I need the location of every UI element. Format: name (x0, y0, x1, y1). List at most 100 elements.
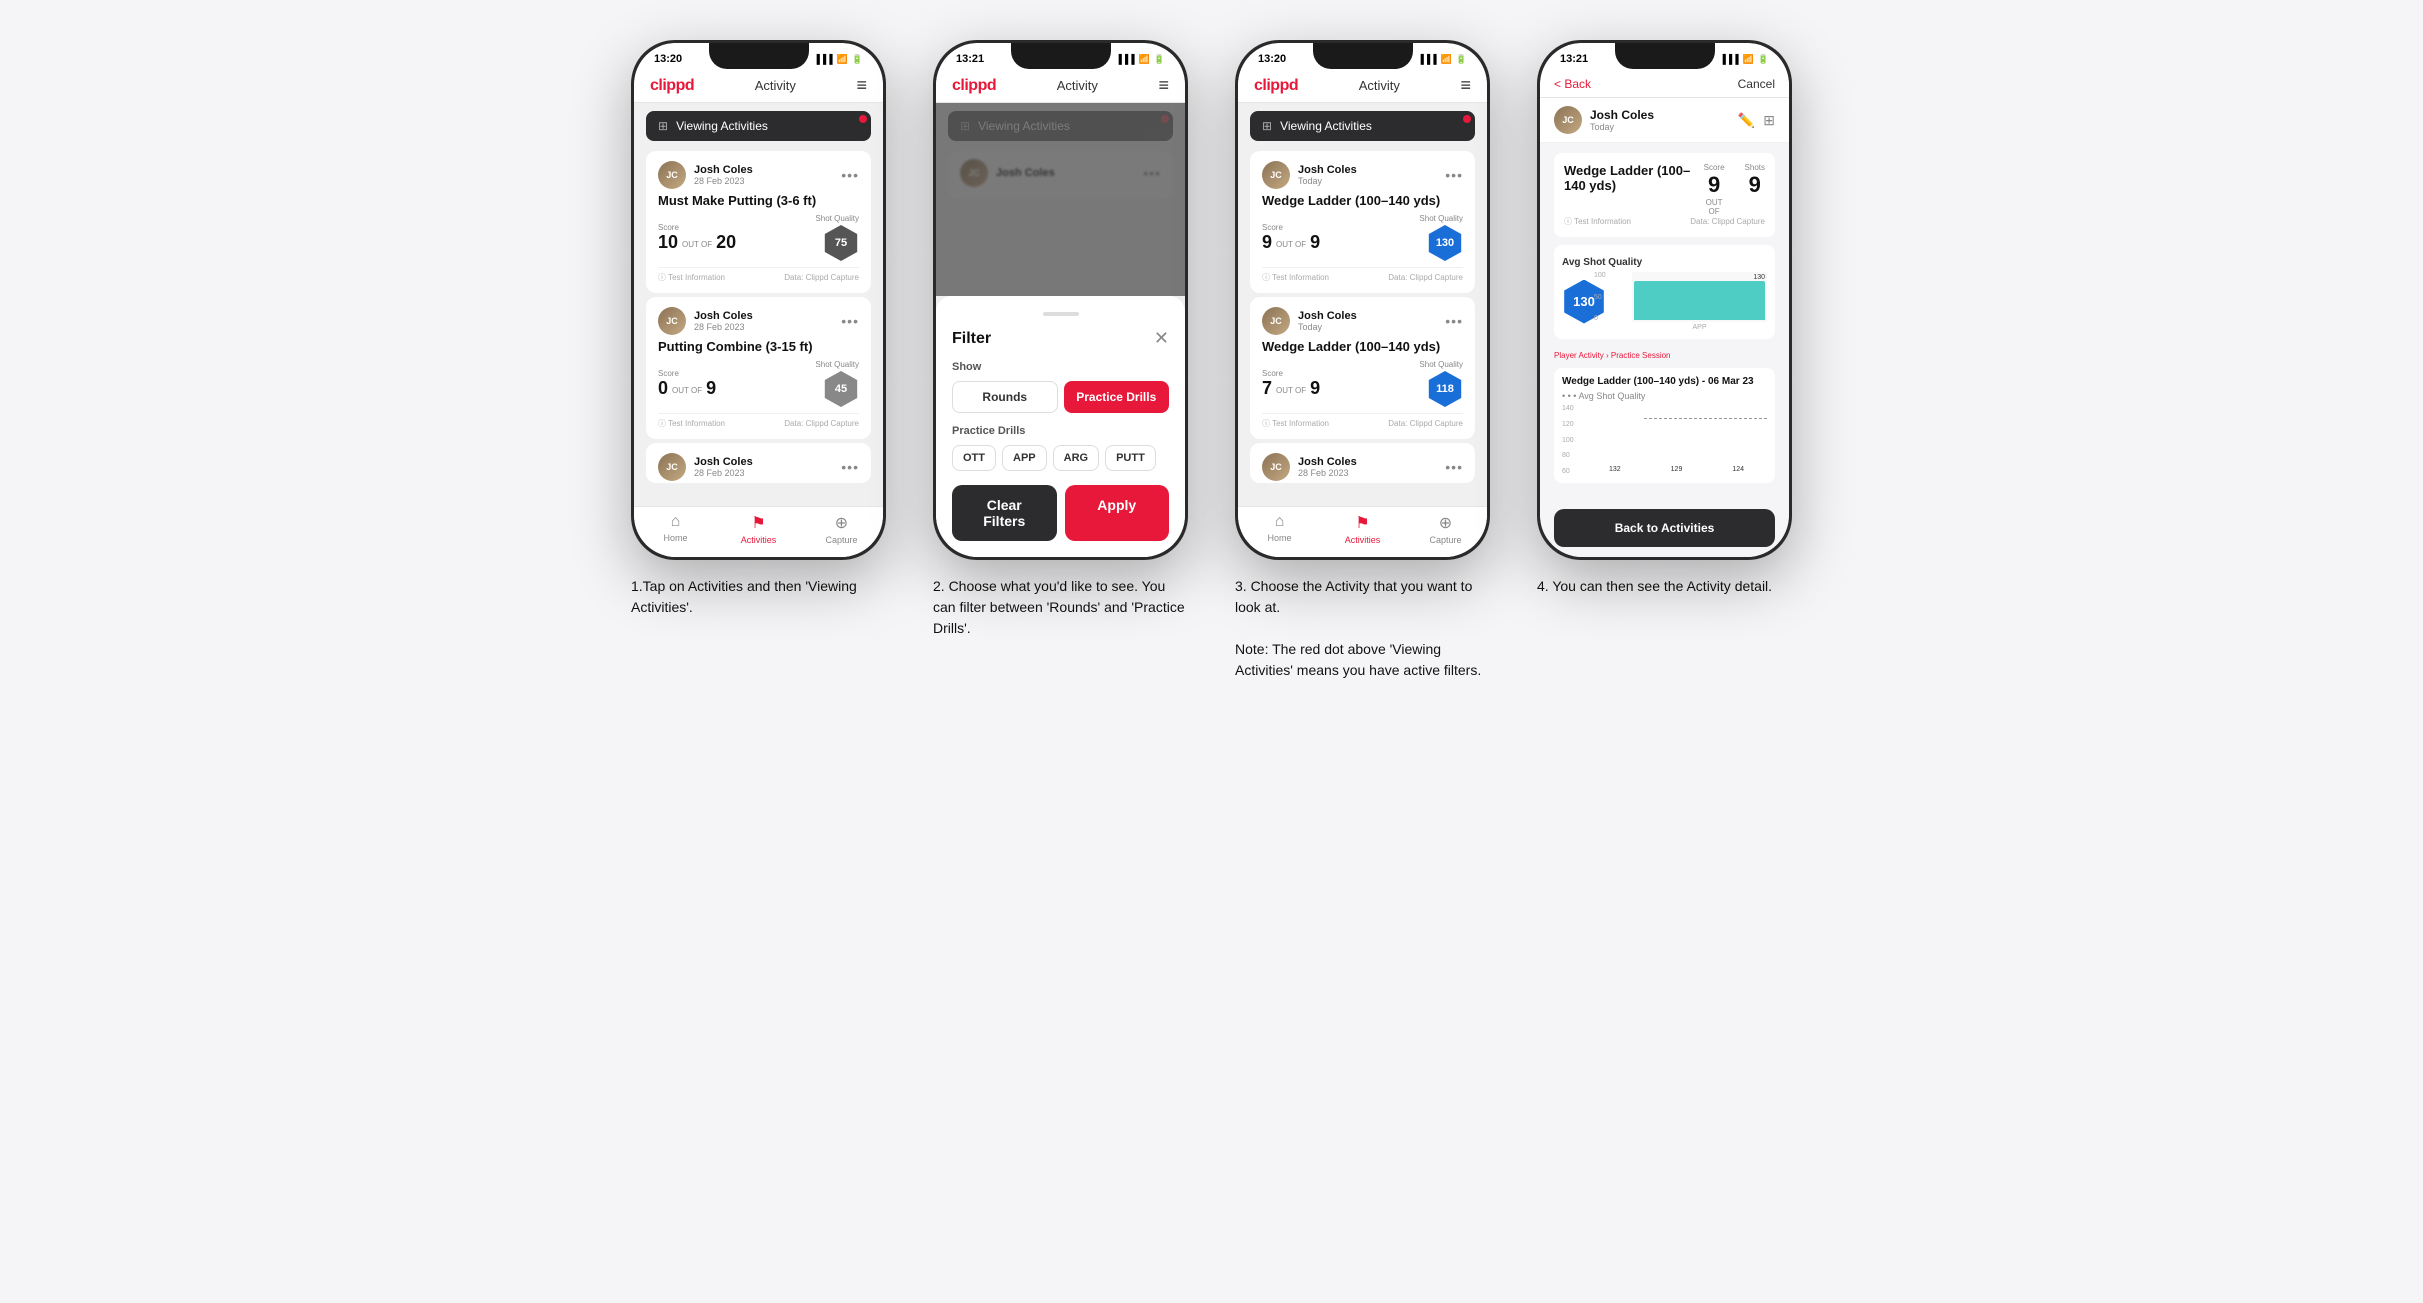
mini-chart-4: 100 50 0 APP 130 (1614, 272, 1767, 331)
card-footer-1-1: ⓘ Test Information Data: Clippd Capture (658, 267, 859, 283)
putt-filter-2[interactable]: PUTT (1105, 445, 1156, 471)
user-info-1-2: Josh Coles 28 Feb 2023 (694, 310, 753, 332)
back-btn-4[interactable]: < Back (1554, 77, 1591, 91)
filter-title-2: Filter (952, 330, 991, 348)
home-icon-1: ⌂ (671, 513, 681, 531)
battery-icon-1: 🔋 (852, 54, 863, 65)
detail-nav-4: < Back Cancel (1540, 71, 1789, 98)
user-name-1-1: Josh Coles (694, 164, 753, 176)
activity-card-1-3[interactable]: JC Josh Coles 28 Feb 2023 ••• (646, 443, 871, 483)
phone-1-notch (709, 43, 809, 69)
battery-icon-3: 🔋 (1456, 54, 1467, 65)
filter-overlay-2: Filter ✕ Show Rounds Practice Drills Pra… (936, 103, 1185, 557)
card-stats-1-1: Score 10 OUT OF 20 Shot Quality (658, 214, 859, 261)
phone-1-screen: 13:20 ▐▐▐ 📶 🔋 clippd Activity ≡ (634, 43, 883, 557)
card-title-3-1: Wedge Ladder (100–140 yds) (1262, 193, 1463, 208)
phone-2-notch (1011, 43, 1111, 69)
activity-card-3-3[interactable]: JC Josh Coles 28 Feb 2023 ••• (1250, 443, 1475, 483)
user-info-1-1: Josh Coles 28 Feb 2023 (694, 164, 753, 186)
activities-icon-1: ⚑ (751, 513, 765, 533)
app-filter-2[interactable]: APP (1002, 445, 1047, 471)
ott-filter-2[interactable]: OTT (952, 445, 996, 471)
menu-icon-3[interactable]: ≡ (1460, 75, 1471, 96)
practice-drills-tab-2[interactable]: Practice Drills (1064, 381, 1170, 413)
card-header-1-2: JC Josh Coles 28 Feb 2023 ••• (658, 307, 859, 335)
card-title-1-2: Putting Combine (3-15 ft) (658, 339, 859, 354)
wifi-icon-2: 📶 (1139, 54, 1150, 65)
expand-icon-4[interactable]: ⊞ (1763, 112, 1775, 129)
wifi-icon-4: 📶 (1743, 54, 1754, 65)
practice-filters-2: OTT APP ARG PUTT (952, 445, 1169, 471)
activity-card-1-2[interactable]: JC Josh Coles 28 Feb 2023 ••• Putting Co… (646, 297, 871, 439)
edit-icon-4[interactable]: ✏️ (1738, 112, 1755, 129)
sq-label-1-1: Shot Quality (815, 214, 859, 223)
menu-icon-1[interactable]: ≡ (856, 75, 867, 96)
nav-bar-2: clippd Activity ≡ (936, 71, 1185, 103)
detail-screen-4: JC Josh Coles Today ✏️ ⊞ (1540, 98, 1789, 557)
filter-backdrop-2[interactable] (936, 103, 1185, 296)
user-date-1-1: 28 Feb 2023 (694, 176, 753, 186)
nav-capture-1[interactable]: ⊕ Capture (800, 513, 883, 545)
viewing-activities-banner-1[interactable]: ⊞ Viewing Activities (646, 111, 871, 141)
battery-icon-4: 🔋 (1758, 54, 1769, 65)
nav-home-1[interactable]: ⌂ Home (634, 513, 717, 545)
phone-1-frame: 13:20 ▐▐▐ 📶 🔋 clippd Activity ≡ (631, 40, 886, 560)
bottom-nav-3: ⌂ Home ⚑ Activities ⊕ Capture (1238, 506, 1487, 557)
banner-text-1: Viewing Activities (676, 119, 859, 133)
nav-bar-1: clippd Activity ≡ (634, 71, 883, 103)
app-logo-3: clippd (1254, 77, 1298, 95)
clear-filters-btn-2[interactable]: Clear Filters (952, 485, 1057, 541)
rounds-tab-2[interactable]: Rounds (952, 381, 1058, 413)
status-time-3: 13:20 (1258, 53, 1286, 65)
home-icon-3: ⌂ (1275, 513, 1285, 531)
filter-close-2[interactable]: ✕ (1154, 328, 1169, 349)
more-dots-1-1[interactable]: ••• (841, 167, 859, 183)
bottom-nav-1: ⌂ Home ⚑ Activities ⊕ Capture (634, 506, 883, 557)
back-to-activities-btn-4[interactable]: Back to Activities (1554, 509, 1775, 547)
phone-4-column: 13:21 ▐▐▐ 📶 🔋 < Back Cancel (1530, 40, 1800, 597)
banner-icon-1: ⊞ (658, 119, 668, 133)
activity-card-3-2[interactable]: JC Josh Coles Today ••• Wedge Ladder (10… (1250, 297, 1475, 439)
phone-2-frame: 13:21 ▐▐▐ 📶 🔋 clippd Activity ≡ (933, 40, 1188, 560)
phone-2-column: 13:21 ▐▐▐ 📶 🔋 clippd Activity ≡ (926, 40, 1196, 639)
footer-right-1-1: Data: Clippd Capture (784, 273, 859, 282)
nav-title-1: Activity (755, 78, 796, 93)
phones-row: 13:20 ▐▐▐ 📶 🔋 clippd Activity ≡ (624, 40, 1800, 681)
signal-icon-3: ▐▐▐ (1417, 54, 1436, 64)
card-header-1-1: JC Josh Coles 28 Feb 2023 ••• (658, 161, 859, 189)
player-activity-tag-4: Player Activity › Practice Session (1554, 351, 1775, 360)
phone-4-screen: 13:21 ▐▐▐ 📶 🔋 < Back Cancel (1540, 43, 1789, 557)
dashed-line-4 (1644, 418, 1767, 419)
card-title-3-2: Wedge Ladder (100–140 yds) (1262, 339, 1463, 354)
more-dots-1-2[interactable]: ••• (841, 313, 859, 329)
detail-info-4: ⓘ Test Information Data: Clippd Capture (1564, 216, 1765, 227)
status-time-4: 13:21 (1560, 53, 1588, 65)
filter-header-2: Filter ✕ (952, 328, 1169, 349)
activity-card-1-1[interactable]: JC Josh Coles 28 Feb 2023 ••• Must Make … (646, 151, 871, 293)
score-card-4: Wedge Ladder (100–140 yds) Score 9 OUT O… (1554, 153, 1775, 237)
shots-col-4: Shots 9 (1745, 163, 1765, 216)
detail-title-row-4: Wedge Ladder (100–140 yds) Score 9 OUT O… (1564, 163, 1765, 216)
apply-btn-2[interactable]: Apply (1065, 485, 1170, 541)
score-col-4: Score 9 OUT OF (1704, 163, 1725, 216)
caption-4: 4. You can then see the Activity detail. (1537, 576, 1792, 597)
arg-filter-2[interactable]: ARG (1053, 445, 1099, 471)
red-dot-3 (1463, 115, 1471, 123)
status-icons-4: ▐▐▐ 📶 🔋 (1719, 54, 1769, 65)
score-group-1-1: Score 10 OUT OF 20 (658, 223, 736, 253)
activities-icon-3: ⚑ (1355, 513, 1369, 533)
viewing-activities-banner-3[interactable]: ⊞ Viewing Activities (1250, 111, 1475, 141)
nav-home-3[interactable]: ⌂ Home (1238, 513, 1321, 545)
nav-activities-3[interactable]: ⚑ Activities (1321, 513, 1404, 545)
sq-badge-1-1: 75 (823, 225, 859, 261)
nav-bar-3: clippd Activity ≡ (1238, 71, 1487, 103)
nav-capture-3[interactable]: ⊕ Capture (1404, 513, 1487, 545)
score-val-1-1: 10 (658, 232, 678, 253)
phone-2-screen: 13:21 ▐▐▐ 📶 🔋 clippd Activity ≡ (936, 43, 1185, 557)
menu-icon-2[interactable]: ≡ (1158, 75, 1169, 96)
status-time-1: 13:20 (654, 53, 682, 65)
phone-3-column: 13:20 ▐▐▐ 📶 🔋 clippd Activity ≡ ⊞ Viewi (1228, 40, 1498, 681)
activity-card-3-1[interactable]: JC Josh Coles Today ••• Wedge Ladder (10… (1250, 151, 1475, 293)
cancel-btn-4[interactable]: Cancel (1738, 77, 1775, 91)
nav-activities-1[interactable]: ⚑ Activities (717, 513, 800, 545)
